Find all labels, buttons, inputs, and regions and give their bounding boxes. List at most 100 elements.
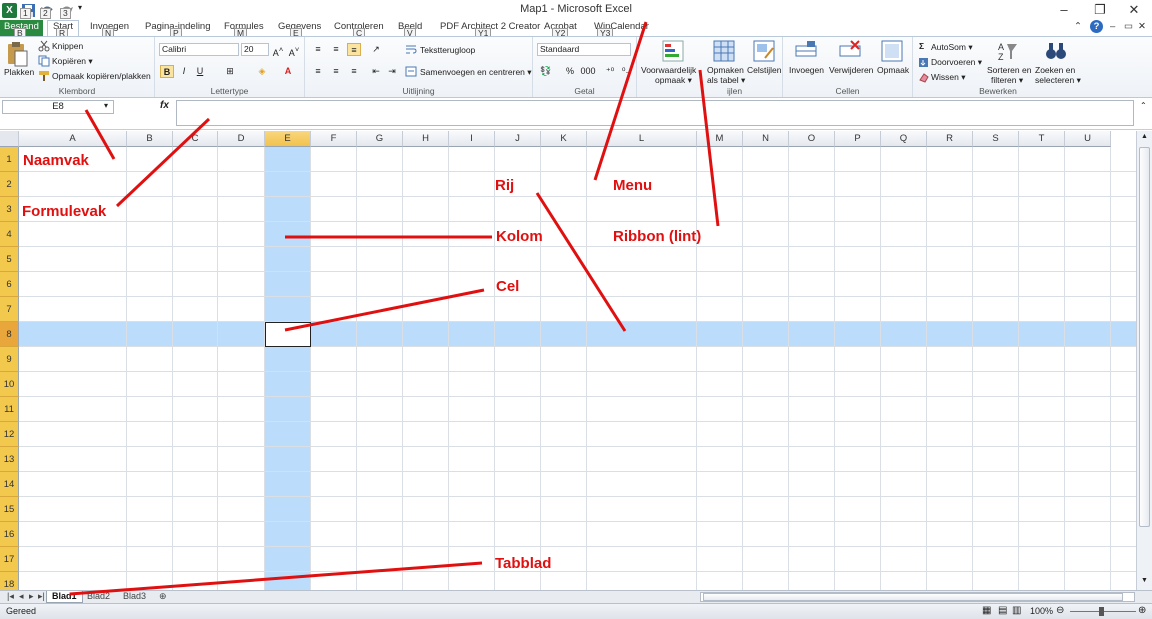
sheet-tab-blad2[interactable]: Blad2 [82,591,115,603]
horizontal-scrollbar[interactable] [700,592,1135,602]
doc-restore-icon[interactable]: ▭ [1124,21,1133,35]
new-sheet-icon[interactable]: ⊕ [154,591,172,603]
italic-button[interactable]: I [177,65,191,78]
row-header-13[interactable]: 13 [0,447,19,472]
als-tabel-label[interactable]: als tabel ▾ [707,75,745,86]
row-header-17[interactable]: 17 [0,547,19,572]
bold-button[interactable]: B [160,65,174,78]
sheet-tab-blad3[interactable]: Blad3 [118,591,151,603]
increase-decimal-icon[interactable]: ⁺⁰ [603,65,617,78]
percent-button[interactable]: % [563,65,577,78]
grow-font-icon[interactable]: A˄ [271,43,285,58]
column-header-f[interactable]: F [311,131,357,147]
column-header-k[interactable]: K [541,131,587,147]
column-header-u[interactable]: U [1065,131,1111,147]
tekstterugloop-button[interactable]: Tekstterugloop [420,45,475,55]
page-break-view-icon[interactable]: ▥ [1012,605,1021,616]
column-header-m[interactable]: M [697,131,743,147]
kopieren-button[interactable]: Kopiëren ▾ [52,56,93,67]
name-box[interactable]: E8 [2,100,114,114]
align-left-icon[interactable]: ≡ [311,65,325,78]
filteren-label[interactable]: filteren ▾ [991,75,1023,86]
row-header-4[interactable]: 4 [0,222,19,247]
column-header-n[interactable]: N [743,131,789,147]
knippen-button[interactable]: Knippen [52,41,83,51]
format-painter-icon[interactable] [38,70,50,85]
zoom-out-icon[interactable]: ⊖ [1056,605,1064,616]
name-box-dropdown-icon[interactable]: ▾ [104,101,108,110]
fill-icon[interactable] [918,57,929,71]
expand-formula-icon[interactable]: ⌃ [1140,101,1147,110]
select-all-corner[interactable] [0,131,19,147]
column-header-r[interactable]: R [927,131,973,147]
column-header-i[interactable]: I [449,131,495,147]
column-header-h[interactable]: H [403,131,449,147]
row-header-16[interactable]: 16 [0,522,19,547]
autosum-icon[interactable]: Σ [919,41,924,51]
row-header-14[interactable]: 14 [0,472,19,497]
column-header-c[interactable]: C [173,131,218,147]
column-header-p[interactable]: P [835,131,881,147]
borders-icon[interactable]: ⊞ [223,65,237,78]
eraser-icon[interactable] [918,72,929,86]
zoom-level[interactable]: 100% [1030,606,1053,616]
currency-icon[interactable]: 💱 [539,65,553,78]
row-header-6[interactable]: 6 [0,272,19,297]
align-middle-icon[interactable]: ≡ [329,43,343,56]
vertical-scrollbar[interactable]: ▲ ▼ [1136,131,1152,590]
column-header-q[interactable]: Q [881,131,927,147]
column-header-s[interactable]: S [973,131,1019,147]
restore-button[interactable]: ❐ [1086,1,1114,19]
number-format-combo[interactable]: Standaard [537,43,631,56]
horizontal-scroll-thumb[interactable] [703,593,1123,601]
scroll-down-icon[interactable]: ▼ [1141,577,1148,584]
thousands-button[interactable]: 000 [579,65,597,78]
opmaak-kopieren-button[interactable]: Opmaak kopiëren/plakken [52,71,151,81]
column-header-a[interactable]: A [19,131,127,147]
format-cells-icon[interactable] [881,40,903,65]
sorteren-label[interactable]: Sorteren en [987,65,1031,75]
align-bottom-icon[interactable]: ≡ [347,43,361,56]
scroll-up-icon[interactable]: ▲ [1141,133,1148,140]
orientation-icon[interactable]: ↗ [369,43,383,56]
delete-cells-icon[interactable] [839,40,861,65]
row-header-3[interactable]: 3 [0,197,19,222]
minimize-ribbon-icon[interactable]: ⌃ [1074,21,1082,35]
opmaken-label[interactable]: Opmaken [707,65,744,75]
scroll-thumb[interactable] [1139,147,1150,527]
merge-center-icon[interactable] [405,66,417,80]
row-header-8[interactable]: 8 [0,322,19,347]
verwijderen-button[interactable]: Verwijderen [829,65,873,75]
wissen-button[interactable]: Wissen ▾ [931,72,966,83]
doc-close-icon[interactable]: ✕ [1138,21,1146,35]
font-name-combo[interactable]: Calibri [159,43,239,56]
column-header-j[interactable]: J [495,131,541,147]
selecteren-label[interactable]: selecteren ▾ [1035,75,1081,86]
format-table-icon[interactable] [713,40,735,65]
close-button[interactable]: ✕ [1120,1,1148,19]
autosom-button[interactable]: AutoSom ▾ [931,42,973,53]
zoom-slider-thumb[interactable] [1099,607,1104,616]
font-color-icon[interactable]: A [281,65,295,78]
align-right-icon[interactable]: ≡ [347,65,361,78]
zoom-in-icon[interactable]: ⊕ [1138,605,1146,616]
opmaak-cellen-button[interactable]: Opmaak [877,65,909,75]
copy-icon[interactable] [38,55,50,70]
doc-minimize-icon[interactable]: – [1110,21,1115,35]
cell-styles-icon[interactable] [753,40,775,65]
font-size-combo[interactable]: 20 [241,43,269,56]
row-header-7[interactable]: 7 [0,297,19,322]
row-header-5[interactable]: 5 [0,247,19,272]
increase-indent-icon[interactable]: ⇥ [385,65,399,78]
active-cell[interactable] [265,322,311,347]
insert-function-button[interactable]: fx [160,100,169,111]
wrap-text-icon[interactable] [405,44,417,58]
page-layout-view-icon[interactable]: ▤ [998,605,1007,616]
voorwaardelijk-opmaak-label[interactable]: opmaak ▾ [655,75,692,86]
row-header-10[interactable]: 10 [0,372,19,397]
row-header-9[interactable]: 9 [0,347,19,372]
zoeken-label[interactable]: Zoeken en [1035,65,1075,75]
row-header-12[interactable]: 12 [0,422,19,447]
row-header-11[interactable]: 11 [0,397,19,422]
column-header-g[interactable]: G [357,131,403,147]
